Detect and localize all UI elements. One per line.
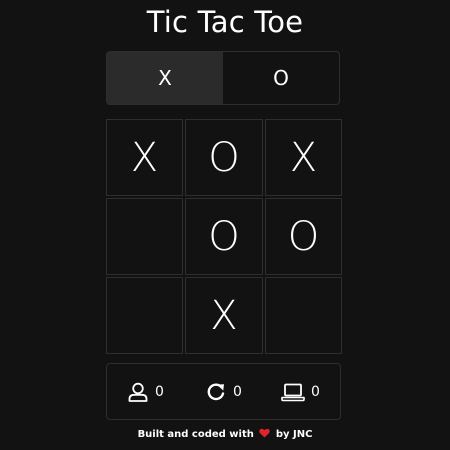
user-icon <box>127 382 149 402</box>
scoreboard: 0 0 0 <box>106 363 341 420</box>
footer-suffix: by JNC <box>275 429 313 440</box>
tic-tac-toe-app: Tic Tac Toe X O X O X O O X 0 0 0 Built … <box>0 0 450 450</box>
draw-score: 0 <box>205 382 242 402</box>
restart-icon[interactable] <box>205 382 227 402</box>
board-cell-1[interactable]: X <box>106 119 183 196</box>
game-board: X O X O O X <box>106 119 342 354</box>
turn-option-o[interactable]: O <box>223 52 339 104</box>
computer-score-value: 0 <box>311 384 320 400</box>
player-score: 0 <box>127 382 164 402</box>
turn-switch: X O <box>106 51 340 105</box>
page-title: Tic Tac Toe <box>146 5 304 39</box>
footer-prefix: Built and coded with <box>137 429 254 440</box>
player-score-value: 0 <box>155 384 164 400</box>
heart-icon <box>259 428 271 441</box>
turn-option-x[interactable]: X <box>107 52 223 104</box>
board-cell-3[interactable]: X <box>265 119 342 196</box>
board-cell-6[interactable]: O <box>265 198 342 275</box>
laptop-icon <box>281 382 305 402</box>
board-cell-8[interactable]: X <box>185 277 263 354</box>
footer: Built and coded with by JNC <box>0 428 450 441</box>
board-cell-7[interactable] <box>106 277 183 354</box>
computer-score: 0 <box>281 382 320 402</box>
board-cell-4[interactable] <box>106 198 183 275</box>
board-cell-9[interactable] <box>265 277 342 354</box>
board-cell-5[interactable]: O <box>185 198 263 275</box>
draw-score-value: 0 <box>233 384 242 400</box>
board-cell-2[interactable]: O <box>185 119 263 196</box>
